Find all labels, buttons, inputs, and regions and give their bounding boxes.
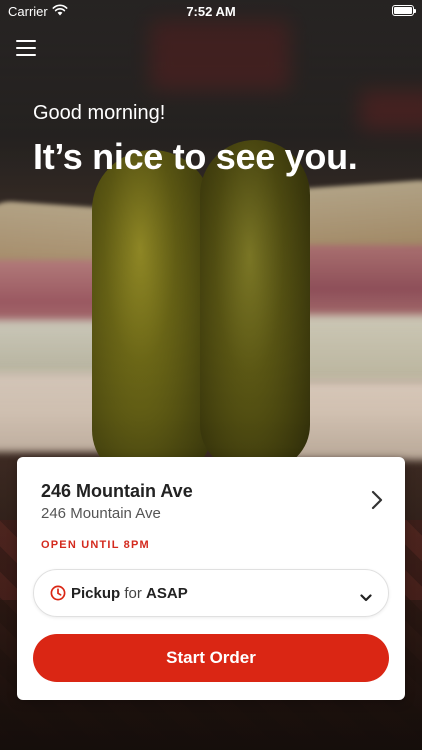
status-bar: Carrier 7:52 AM <box>0 0 422 22</box>
status-time: 7:52 AM <box>186 4 236 19</box>
chevron-down-icon <box>360 589 372 602</box>
chevron-right-icon[interactable] <box>369 489 385 511</box>
battery-icon <box>392 5 416 16</box>
location-address: 246 Mountain Ave <box>41 505 161 522</box>
clock-icon <box>50 585 66 601</box>
order-mode-text: Pickup for ASAP <box>71 585 188 602</box>
greeting-headline: It’s nice to see you. <box>33 136 358 177</box>
order-mode-timing: ASAP <box>146 585 188 602</box>
location-name[interactable]: 246 Mountain Ave <box>41 481 193 502</box>
menu-icon[interactable] <box>16 40 36 56</box>
hours-status: OPEN UNTIL 8PM <box>41 539 150 551</box>
greeting-subtitle: Good morning! <box>33 102 166 124</box>
order-mode-connector: for <box>124 585 142 602</box>
order-mode-type: Pickup <box>71 585 121 602</box>
start-order-button[interactable]: Start Order <box>33 634 389 682</box>
order-mode-selector[interactable]: Pickup for ASAP <box>33 569 389 617</box>
order-card: 246 Mountain Ave 246 Mountain Ave OPEN U… <box>17 457 405 700</box>
